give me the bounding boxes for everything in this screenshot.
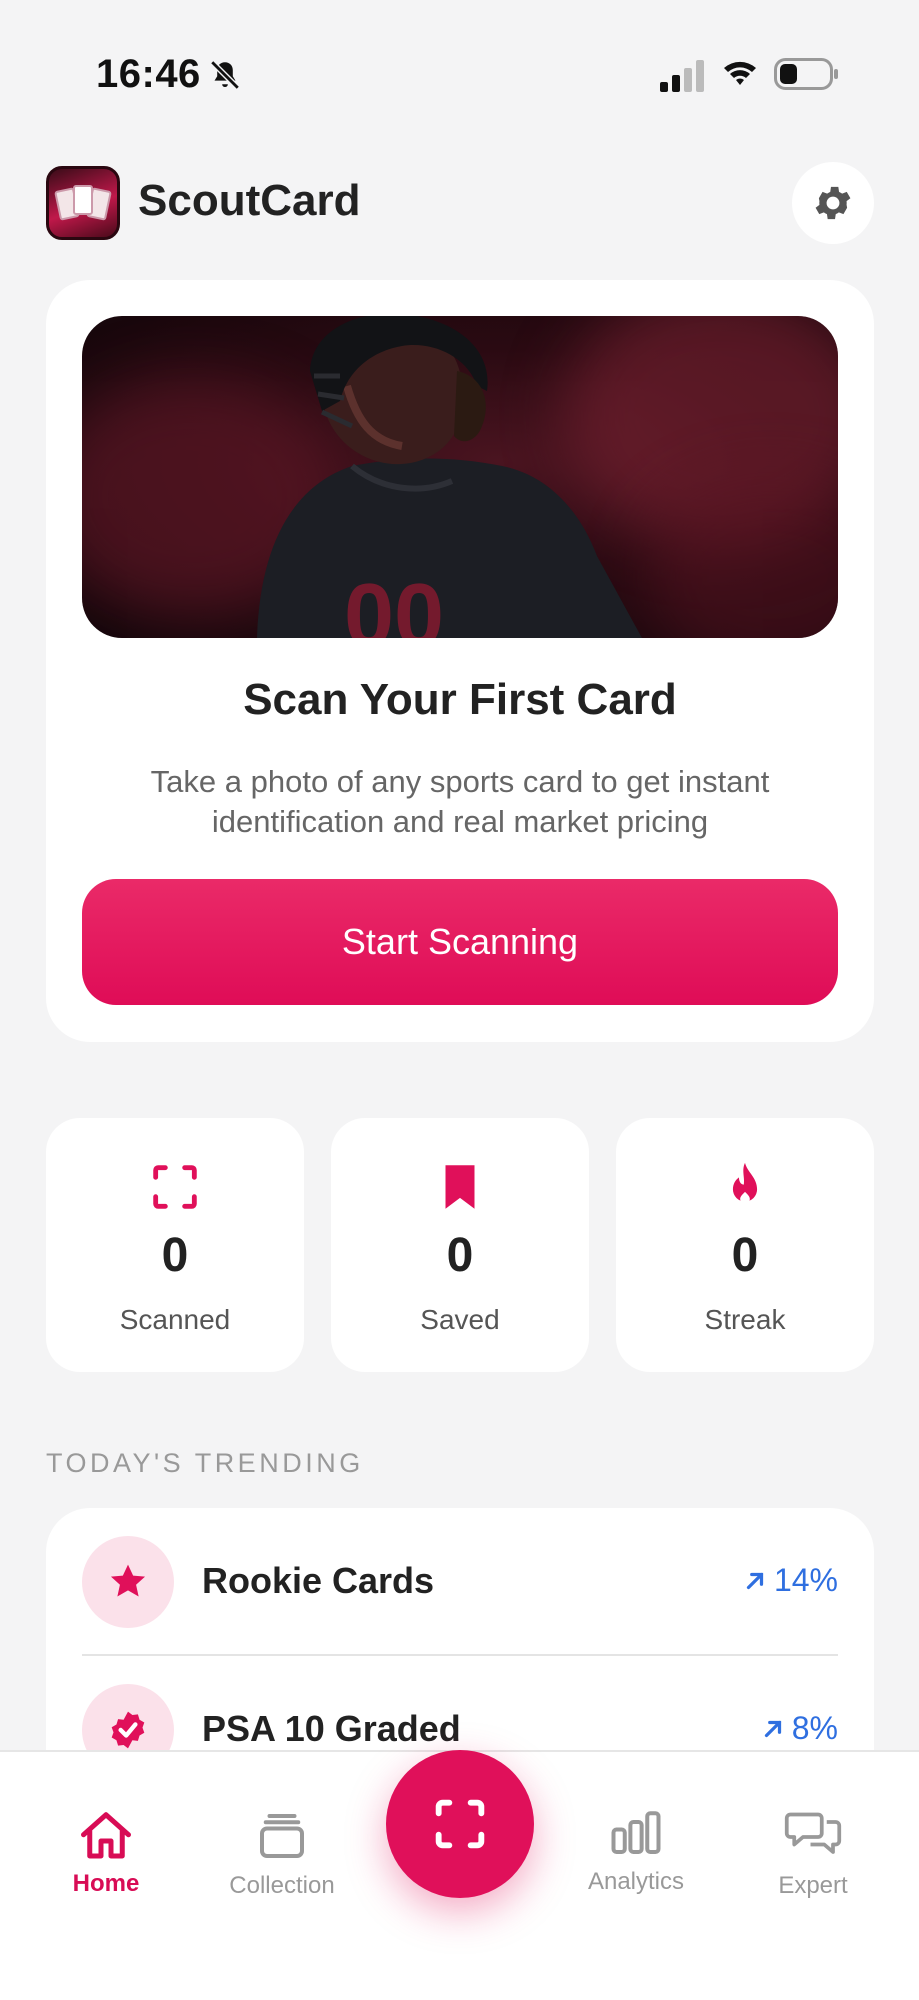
- tab-label: Home: [72, 1870, 140, 1897]
- tab-label: Expert: [778, 1872, 848, 1899]
- bell-muted-icon: [210, 60, 240, 90]
- bookmark-icon: [445, 1165, 475, 1209]
- tab-home[interactable]: Home: [31, 1752, 181, 1922]
- settings-button[interactable]: [792, 162, 874, 244]
- status-time: 16:46: [96, 52, 201, 96]
- hero-card: 00 Scan Your First Card Take a photo of …: [46, 280, 874, 1042]
- stat-value: 0: [161, 1229, 189, 1282]
- app-title: ScoutCard: [138, 176, 361, 225]
- tab-analytics[interactable]: Analytics: [561, 1752, 711, 1922]
- scan-fab-button[interactable]: [386, 1750, 534, 1898]
- trend-name: PSA 10 Graded: [202, 1708, 461, 1749]
- stat-card-saved: 0 Saved: [331, 1118, 589, 1372]
- stat-value: 0: [446, 1229, 474, 1282]
- scan-frame-icon: [435, 1799, 485, 1849]
- stat-value: 0: [731, 1229, 759, 1282]
- arrow-up-right-icon: [746, 1572, 764, 1589]
- trend-name: Rookie Cards: [202, 1560, 435, 1601]
- hero-football-player-image: 00: [82, 316, 838, 638]
- trending-item-rookie-cards[interactable]: Rookie Cards 14%: [46, 1508, 874, 1656]
- tab-collection[interactable]: Collection: [207, 1752, 357, 1922]
- stat-card-streak: 0 Streak: [616, 1118, 874, 1372]
- trend-change: 14%: [742, 1562, 838, 1599]
- stat-label: Saved: [420, 1304, 500, 1335]
- hero-subtitle: Take a photo of any sports card to get i…: [150, 764, 770, 839]
- trending-section-label: TODAY'S TRENDING: [46, 1448, 364, 1478]
- analytics-icon: [611, 1811, 661, 1854]
- tab-label: Collection: [229, 1872, 335, 1899]
- trend-icon-badge: [82, 1536, 174, 1628]
- trend-change-value: 8%: [791, 1710, 838, 1746]
- home-icon: [81, 1812, 131, 1859]
- arrow-up-right-icon: [764, 1720, 781, 1737]
- trend-change-value: 14%: [773, 1562, 838, 1598]
- app-logo: [46, 166, 120, 240]
- wifi-icon: [724, 61, 756, 85]
- tab-label: Analytics: [587, 1868, 685, 1895]
- status-bar: 16:46: [0, 0, 919, 140]
- start-scanning-button[interactable]: Start Scanning: [82, 879, 838, 1005]
- hero-title: Scan Your First Card: [243, 675, 677, 724]
- stat-label: Scanned: [119, 1304, 231, 1335]
- verified-badge-icon: [111, 1711, 145, 1749]
- flame-icon: [732, 1162, 758, 1204]
- cellular-signal-icon: [660, 60, 704, 92]
- scan-frame-icon: [153, 1165, 197, 1209]
- stat-card-scanned: 0 Scanned: [46, 1118, 304, 1372]
- battery-icon: [774, 58, 838, 90]
- svg-text:00: 00: [344, 566, 444, 638]
- collection-icon: [260, 1814, 304, 1858]
- tab-expert[interactable]: Expert: [738, 1752, 888, 1922]
- stat-label: Streak: [704, 1304, 786, 1335]
- star-icon: [110, 1564, 146, 1597]
- trend-change: 8%: [760, 1710, 838, 1747]
- chat-bubbles-icon: [784, 1812, 842, 1854]
- gear-icon: [815, 186, 851, 220]
